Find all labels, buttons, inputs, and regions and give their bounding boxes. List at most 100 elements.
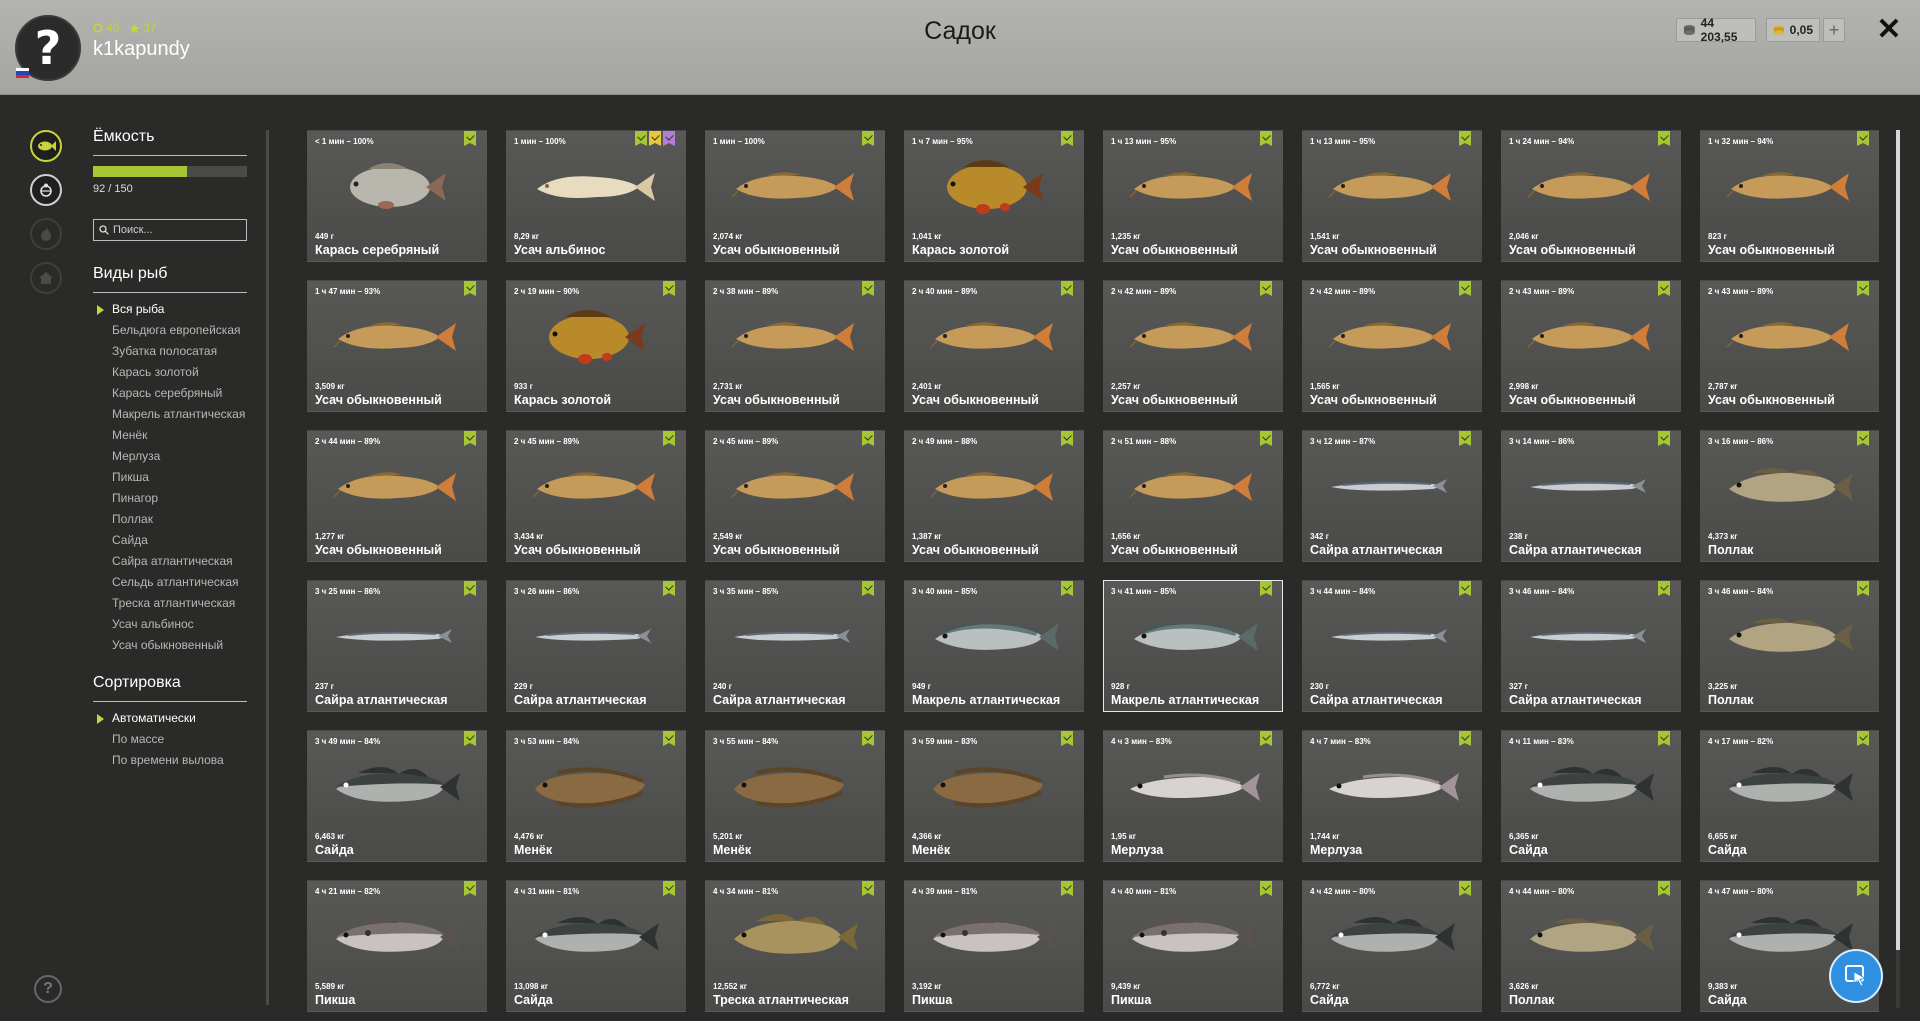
fish-card[interactable]: 2 ч 49 мин – 88% 1,387 кг Усач обыкновенны…	[904, 430, 1084, 562]
fish-type-item-10[interactable]: Поллак	[93, 513, 247, 526]
fish-type-item-8[interactable]: Пикша	[93, 471, 247, 484]
fish-card[interactable]: 3 ч 12 мин – 87% 342 г Сайра атлантическая	[1302, 430, 1482, 562]
fish-weight: 2,046 кг	[1509, 232, 1539, 241]
fish-card[interactable]: 1 ч 13 мин – 95% 1,235 кг Усач обыкновенны…	[1103, 130, 1283, 262]
fish-card[interactable]: 4 ч 7 мин – 83% 1,744 кг Мерлуза	[1302, 730, 1482, 862]
fish-card[interactable]: 3 ч 25 мин – 86% 237 г Сайра атлантическая	[307, 580, 487, 712]
fish-type-item-15[interactable]: Усач альбинос	[93, 618, 247, 631]
search-field[interactable]	[93, 219, 247, 241]
fish-card[interactable]: 4 ч 31 мин – 81% 13,098 кг Сайда	[506, 880, 686, 1012]
fish-card[interactable]: 4 ч 11 мин – 83% 6,365 кг Сайда	[1501, 730, 1681, 862]
fish-card[interactable]: 4 ч 44 мин – 80% 3,626 кг Поллак	[1501, 880, 1681, 1012]
fish-card[interactable]: 3 ч 41 мин – 85% 928 г Макрель атлантическ…	[1103, 580, 1283, 712]
fish-card[interactable]: 3 ч 16 мин – 86% 4,373 кг Поллак	[1700, 430, 1879, 562]
fish-type-item-2[interactable]: Зубатка полосатая	[93, 345, 247, 358]
fish-card[interactable]: 4 ч 21 мин – 82% 5,589 кг Пикша	[307, 880, 487, 1012]
fish-type-item-13[interactable]: Сельдь атлантическая	[93, 576, 247, 589]
fish-type-item-11[interactable]: Сайда	[93, 534, 247, 547]
fish-card[interactable]: 3 ч 55 мин – 84% 5,201 кг Менёк	[705, 730, 885, 862]
fish-card[interactable]: 2 ч 44 мин – 89% 1,277 кг Усач обыкновенны…	[307, 430, 487, 562]
badges	[1857, 281, 1869, 296]
fish-type-item-12[interactable]: Сайра атлантическая	[93, 555, 247, 568]
fish-card[interactable]: 1 ч 32 мин – 94% 823 г Усач обыкновенный	[1700, 130, 1879, 262]
fish-card[interactable]: 4 ч 34 мин – 81% 12,552 кг Треска атлантич…	[705, 880, 885, 1012]
search-input[interactable]	[113, 224, 233, 236]
capacity-count: 92 / 150	[93, 183, 133, 195]
keepnet-tab-button[interactable]	[30, 130, 62, 162]
fish-card[interactable]: 1 мин – 100% 2,074 кг Усач обыкновенный	[705, 130, 885, 262]
release-badge-icon	[1857, 281, 1869, 296]
badges	[862, 431, 874, 446]
fish-card[interactable]: 4 ч 42 мин – 80% 6,772 кг Сайда	[1302, 880, 1482, 1012]
catch-time-freshness: 1 ч 47 мин – 93%	[315, 287, 381, 296]
fish-card[interactable]: < 1 мин – 100% 449 г Карась серебряный	[307, 130, 487, 262]
badges	[1658, 281, 1670, 296]
fish-card[interactable]: 3 ч 44 мин – 84% 230 г Сайра атлантическая	[1302, 580, 1482, 712]
fish-card[interactable]: 2 ч 42 мин – 89% 1,565 кг Усач обыкновенны…	[1302, 280, 1482, 412]
fish-card[interactable]: 4 ч 39 мин – 81% 3,192 кг Пикша	[904, 880, 1084, 1012]
fish-card[interactable]: 2 ч 43 мин – 89% 2,787 кг Усач обыкновенны…	[1700, 280, 1879, 412]
fish-card[interactable]: 2 ч 45 мин – 89% 2,549 кг Усач обыкновенны…	[705, 430, 885, 562]
fish-card[interactable]: 3 ч 59 мин – 83% 4,366 кг Менёк	[904, 730, 1084, 862]
sort-option-2[interactable]: По времени вылова	[93, 754, 247, 767]
fish-image	[1721, 601, 1861, 673]
fish-type-item-5[interactable]: Макрель атлантическая	[93, 408, 247, 421]
fish-type-item-0[interactable]: Вся рыба	[93, 303, 247, 316]
add-currency-button[interactable]: +	[1823, 18, 1845, 42]
fish-weight: 5,201 кг	[713, 832, 743, 841]
fish-card[interactable]: 3 ч 46 мин – 84% 327 г Сайра атлантическая	[1501, 580, 1681, 712]
fish-card[interactable]: 1 ч 7 мин – 95% 1,041 кг Карась золотой	[904, 130, 1084, 262]
fish-card[interactable]: 2 ч 45 мин – 89% 3,434 кг Усач обыкновенны…	[506, 430, 686, 562]
fish-card[interactable]: 1 ч 13 мин – 95% 1,541 кг Усач обыкновенны…	[1302, 130, 1482, 262]
sort-option-1[interactable]: По массе	[93, 733, 247, 746]
fish-card[interactable]: 2 ч 42 мин – 89% 2,257 кг Усач обыкновенны…	[1103, 280, 1283, 412]
fish-card[interactable]: 3 ч 35 мин – 85% 240 г Сайра атлантическая	[705, 580, 885, 712]
fish-card[interactable]: 4 ч 3 мин – 83% 1,95 кг Мерлуза	[1103, 730, 1283, 862]
badges	[862, 731, 874, 746]
bait-tab-button[interactable]	[30, 174, 62, 206]
fish-type-item-7[interactable]: Мерлуза	[93, 450, 247, 463]
help-icon[interactable]: ?	[34, 975, 62, 1003]
fish-card[interactable]: 3 ч 40 мин – 85% 949 г Макрель атлантическ…	[904, 580, 1084, 712]
fish-card[interactable]: 2 ч 40 мин – 89% 2,401 кг Усач обыкновенны…	[904, 280, 1084, 412]
fish-card[interactable]: 2 ч 38 мин – 89% 2,731 кг Усач обыкновенны…	[705, 280, 885, 412]
scrollbar-thumb[interactable]	[1896, 130, 1900, 950]
fish-card[interactable]: 3 ч 14 мин – 86% 238 г Сайра атлантическая	[1501, 430, 1681, 562]
fish-type-item-14[interactable]: Треска атлантическая	[93, 597, 247, 610]
sort-option-0[interactable]: Автоматически	[93, 712, 247, 725]
close-button[interactable]: ✕	[1874, 13, 1904, 46]
fish-card[interactable]: 1 мин – 100% 8,29 кг Усач альбинос	[506, 130, 686, 262]
fish-card[interactable]: 3 ч 26 мин – 86% 229 г Сайра атлантическая	[506, 580, 686, 712]
fish-image	[726, 751, 866, 823]
catch-time-freshness: 3 ч 53 мин – 84%	[514, 737, 580, 746]
cursor-mode-button[interactable]	[1829, 949, 1883, 1003]
fish-type-item-9[interactable]: Пинагор	[93, 492, 247, 505]
fish-card[interactable]: 4 ч 40 мин – 81% 9,439 кг Пикша	[1103, 880, 1283, 1012]
scrollbar[interactable]	[1896, 130, 1900, 1008]
catch-time-freshness: 2 ч 19 мин – 90%	[514, 287, 580, 296]
release-badge-icon	[1459, 131, 1471, 146]
fish-name: Карась серебряный	[315, 243, 440, 257]
fish-type-item-16[interactable]: Усач обыкновенный	[93, 639, 247, 652]
fish-image	[925, 901, 1065, 973]
fish-image	[328, 301, 468, 373]
catch-time-freshness: 3 ч 14 мин – 86%	[1509, 437, 1575, 446]
fish-type-item-1[interactable]: Бельдюга европейская	[93, 324, 247, 337]
fish-image	[1323, 151, 1463, 223]
fish-card[interactable]: 2 ч 19 мин – 90% 933 г Карась золотой	[506, 280, 686, 412]
fish-card[interactable]: 1 ч 24 мин – 94% 2,046 кг Усач обыкновенны…	[1501, 130, 1681, 262]
fish-image	[925, 301, 1065, 373]
release-badge-icon	[1658, 431, 1670, 446]
fish-card[interactable]: 3 ч 49 мин – 84% 6,463 кг Сайда	[307, 730, 487, 862]
fish-type-item-3[interactable]: Карась золотой	[93, 366, 247, 379]
fish-card[interactable]: 2 ч 51 мин – 88% 1,656 кг Усач обыкновенны…	[1103, 430, 1283, 562]
fire-tab-button[interactable]	[30, 218, 62, 250]
fish-card[interactable]: 4 ч 17 мин – 82% 6,655 кг Сайда	[1700, 730, 1879, 862]
home-tab-button[interactable]	[30, 262, 62, 294]
fish-card[interactable]: 3 ч 46 мин – 84% 3,225 кг Поллак	[1700, 580, 1879, 712]
fish-type-item-6[interactable]: Менёк	[93, 429, 247, 442]
fish-type-item-4[interactable]: Карась серебряный	[93, 387, 247, 400]
fish-card[interactable]: 1 ч 47 мин – 93% 3,509 кг Усач обыкновенны…	[307, 280, 487, 412]
fish-card[interactable]: 3 ч 53 мин – 84% 4,476 кг Менёк	[506, 730, 686, 862]
fish-card[interactable]: 2 ч 43 мин – 89% 2,998 кг Усач обыкновенны…	[1501, 280, 1681, 412]
